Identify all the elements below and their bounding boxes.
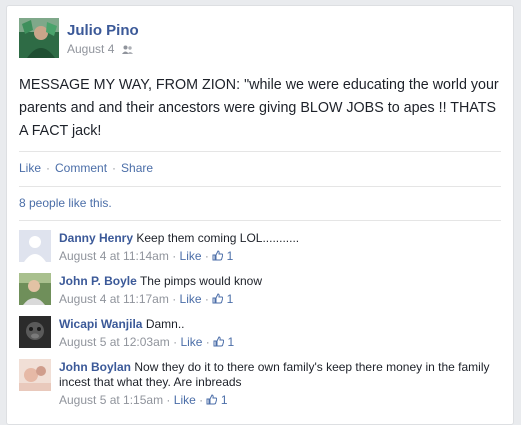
comment-time[interactable]: August 4 at 11:14am (59, 249, 169, 263)
comment-like-link[interactable]: Like (180, 335, 202, 349)
comment-body: John Boylan Now they do it to there own … (59, 360, 499, 409)
comment-body: Wicapi Wanjila Damn.. August 5 at 12:03a… (59, 317, 499, 351)
comment-text: Keep them coming LOL........... (136, 231, 300, 245)
comment-meta: August 4 at 11:14am · Like · 1 (59, 249, 499, 265)
commenter-avatar[interactable] (19, 359, 51, 391)
comment-link[interactable]: Comment (55, 161, 107, 175)
likes-summary[interactable]: 8 people like this. (19, 196, 112, 210)
separator-dot: · (172, 292, 177, 306)
post-author[interactable]: Julio Pino (67, 22, 139, 39)
comment-text: The pimps would know (139, 274, 262, 288)
thumbs-up-icon (212, 250, 224, 265)
commenter-avatar[interactable] (19, 316, 51, 348)
post-text: MESSAGE MY WAY, FROM ZION: "while we wer… (19, 77, 499, 139)
comment-like-link[interactable]: Like (180, 249, 202, 263)
separator-dot: · (112, 161, 117, 175)
commenter-name[interactable]: Danny Henry (59, 231, 133, 245)
comment-body: John P. Boyle The pimps would know Augus… (59, 274, 499, 308)
separator-dot: · (46, 161, 51, 175)
commenter-name[interactable]: John P. Boyle (59, 274, 137, 288)
comment-meta: August 4 at 11:17am · Like · 1 (59, 292, 499, 308)
separator-dot: · (173, 335, 178, 349)
thumbs-up-icon (212, 293, 224, 308)
separator-dot: · (166, 393, 171, 407)
comment-time[interactable]: August 4 at 11:17am (59, 292, 169, 306)
comment-like-count[interactable]: 1 (227, 249, 234, 263)
divider (19, 151, 501, 152)
divider (19, 186, 501, 187)
commenter-name[interactable]: Wicapi Wanjila (59, 317, 142, 331)
post-card: Julio Pino August 4 MESSAGE MY WAY, FROM… (6, 5, 514, 425)
comment-like-link[interactable]: Like (180, 292, 202, 306)
post-actions: Like · Comment · Share (19, 161, 153, 175)
post-date-row: August 4 (67, 42, 133, 57)
comment-like-count[interactable]: 1 (221, 393, 228, 407)
separator-dot: · (204, 249, 209, 263)
divider (19, 220, 501, 221)
like-link[interactable]: Like (19, 161, 41, 175)
commenter-avatar[interactable] (19, 230, 51, 262)
post-date[interactable]: August 4 (67, 42, 114, 56)
comment-like-link[interactable]: Like (174, 393, 196, 407)
separator-dot: · (199, 393, 204, 407)
thumbs-up-icon (206, 394, 218, 409)
comment-like-count[interactable]: 1 (227, 292, 234, 306)
separator-dot: · (205, 335, 210, 349)
comment-meta: August 5 at 12:03am · Like · 1 (59, 335, 499, 351)
comment-time[interactable]: August 5 at 1:15am (59, 393, 163, 407)
comment-text: Damn.. (145, 317, 185, 331)
separator-dot: · (172, 249, 177, 263)
friends-icon[interactable] (121, 43, 133, 57)
comment-time[interactable]: August 5 at 12:03am (59, 335, 170, 349)
thumbs-up-icon (213, 336, 225, 351)
comment-meta: August 5 at 1:15am · Like · 1 (59, 393, 499, 409)
author-avatar[interactable] (19, 18, 59, 58)
separator-dot: · (204, 292, 209, 306)
comment-body: Danny Henry Keep them coming LOL........… (59, 231, 499, 265)
commenter-avatar[interactable] (19, 273, 51, 305)
commenter-name[interactable]: John Boylan (59, 360, 131, 374)
comment-like-count[interactable]: 1 (227, 335, 234, 349)
share-link[interactable]: Share (121, 161, 153, 175)
